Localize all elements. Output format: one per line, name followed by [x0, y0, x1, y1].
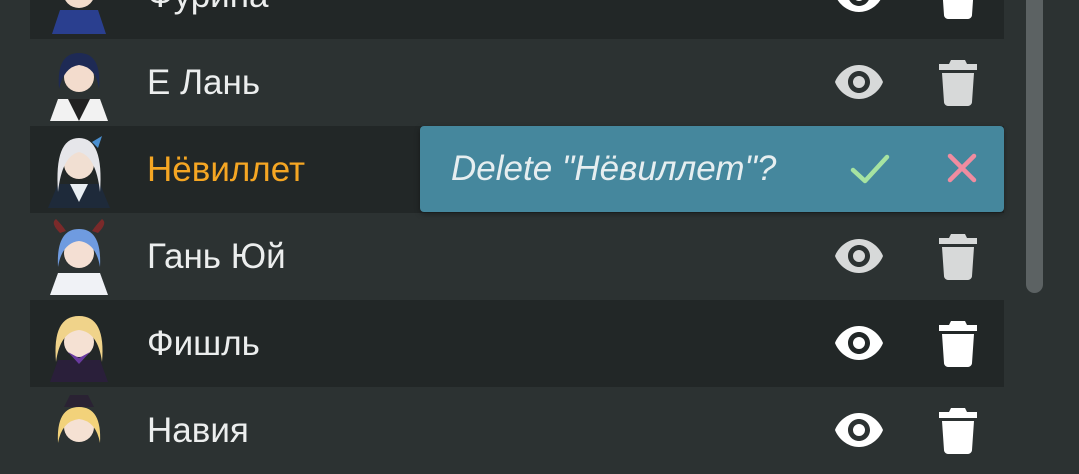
list-item[interactable]: Навия [30, 387, 1004, 474]
avatar [42, 219, 116, 295]
character-name: Е Лань [147, 63, 261, 102]
character-name: Фурина [147, 0, 269, 39]
eye-icon[interactable] [834, 320, 884, 366]
trash-icon[interactable] [938, 406, 978, 454]
avatar [42, 45, 116, 121]
delete-confirmation: Delete "Нёвиллет"? [420, 126, 1004, 212]
character-list: Фурина Е Лань [30, 0, 1004, 474]
character-name: Навия [147, 411, 249, 450]
eye-icon[interactable] [834, 233, 884, 279]
trash-icon[interactable] [938, 0, 978, 19]
eye-icon[interactable] [834, 0, 884, 18]
close-icon[interactable] [947, 152, 977, 184]
list-item[interactable]: Фишль [30, 300, 1004, 387]
check-icon[interactable] [850, 150, 890, 188]
trash-icon[interactable] [938, 58, 978, 106]
eye-icon[interactable] [834, 407, 884, 453]
list-item[interactable]: Фурина [30, 0, 1004, 39]
trash-icon[interactable] [938, 319, 978, 367]
list-item[interactable]: Е Лань [30, 39, 1004, 126]
confirmation-text: Delete "Нёвиллет"? [451, 149, 777, 188]
scrollbar-thumb[interactable] [1026, 0, 1043, 293]
avatar [42, 0, 116, 34]
avatar [42, 306, 116, 382]
avatar [42, 393, 116, 469]
trash-icon[interactable] [938, 232, 978, 280]
list-item[interactable]: Гань Юй [30, 213, 1004, 300]
character-name: Нёвиллет [147, 150, 306, 189]
character-name: Фишль [147, 324, 260, 363]
eye-icon[interactable] [834, 59, 884, 105]
character-name: Гань Юй [147, 237, 286, 276]
avatar [42, 132, 116, 208]
